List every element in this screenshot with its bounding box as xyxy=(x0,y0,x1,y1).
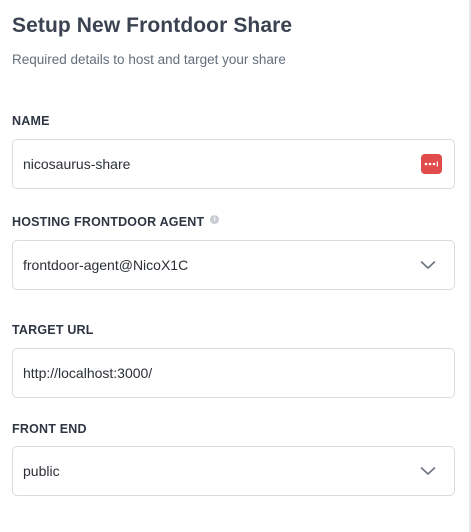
target-url-field-value[interactable]: http://localhost:3000/ xyxy=(23,365,444,381)
target-url-field[interactable]: http://localhost:3000/ xyxy=(12,348,455,398)
info-icon[interactable]: i xyxy=(210,214,220,224)
front-end-label: FRONT END xyxy=(12,422,87,436)
chevron-down-icon[interactable] xyxy=(420,466,436,476)
target-url-label: TARGET URL xyxy=(12,323,94,337)
front-end-label-text: FRONT END xyxy=(12,422,87,436)
target-url-label-text: TARGET URL xyxy=(12,323,94,337)
name-field-value[interactable]: nicosaurus-share xyxy=(23,156,421,172)
hosting-agent-label: HOSTING FRONTDOOR AGENT i xyxy=(12,214,220,229)
password-manager-dots-icon[interactable] xyxy=(421,154,442,174)
page-title: Setup New Frontdoor Share xyxy=(12,14,293,37)
hosting-agent-select-value[interactable]: frontdoor-agent@NicoX1C xyxy=(23,257,420,273)
hosting-agent-label-text: HOSTING FRONTDOOR AGENT xyxy=(12,215,205,229)
name-field[interactable]: nicosaurus-share xyxy=(12,139,455,189)
name-label: NAME xyxy=(12,114,50,128)
name-label-text: NAME xyxy=(12,114,50,128)
chevron-down-icon[interactable] xyxy=(420,260,436,270)
hosting-agent-select[interactable]: frontdoor-agent@NicoX1C xyxy=(12,240,455,290)
front-end-select-value[interactable]: public xyxy=(23,463,420,479)
page-subtitle: Required details to host and target your… xyxy=(12,52,286,67)
front-end-select[interactable]: public xyxy=(12,446,455,496)
